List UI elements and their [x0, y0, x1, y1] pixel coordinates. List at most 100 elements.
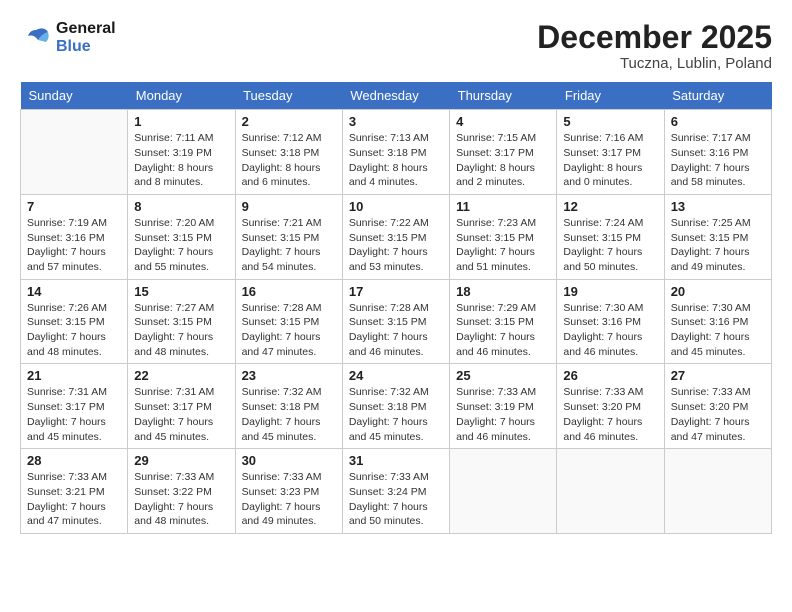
day-info: Sunrise: 7:33 AM Sunset: 3:19 PM Dayligh… — [456, 385, 550, 444]
col-wednesday: Wednesday — [342, 82, 449, 110]
table-cell — [664, 449, 771, 534]
day-number: 2 — [242, 114, 336, 129]
table-cell: 8 Sunrise: 7:20 AM Sunset: 3:15 PM Dayli… — [128, 194, 235, 279]
table-cell: 27 Sunrise: 7:33 AM Sunset: 3:20 PM Dayl… — [664, 364, 771, 449]
table-cell: 21 Sunrise: 7:31 AM Sunset: 3:17 PM Dayl… — [21, 364, 128, 449]
table-cell: 9 Sunrise: 7:21 AM Sunset: 3:15 PM Dayli… — [235, 194, 342, 279]
table-cell: 12 Sunrise: 7:24 AM Sunset: 3:15 PM Dayl… — [557, 194, 664, 279]
day-info: Sunrise: 7:30 AM Sunset: 3:16 PM Dayligh… — [563, 301, 657, 360]
day-number: 25 — [456, 368, 550, 383]
col-monday: Monday — [128, 82, 235, 110]
day-number: 16 — [242, 284, 336, 299]
day-number: 21 — [27, 368, 121, 383]
day-info: Sunrise: 7:12 AM Sunset: 3:18 PM Dayligh… — [242, 131, 336, 190]
day-number: 10 — [349, 199, 443, 214]
day-info: Sunrise: 7:33 AM Sunset: 3:20 PM Dayligh… — [563, 385, 657, 444]
table-cell: 31 Sunrise: 7:33 AM Sunset: 3:24 PM Dayl… — [342, 449, 449, 534]
table-cell: 22 Sunrise: 7:31 AM Sunset: 3:17 PM Dayl… — [128, 364, 235, 449]
day-info: Sunrise: 7:30 AM Sunset: 3:16 PM Dayligh… — [671, 301, 765, 360]
table-cell: 30 Sunrise: 7:33 AM Sunset: 3:23 PM Dayl… — [235, 449, 342, 534]
table-cell: 13 Sunrise: 7:25 AM Sunset: 3:15 PM Dayl… — [664, 194, 771, 279]
col-friday: Friday — [557, 82, 664, 110]
day-info: Sunrise: 7:11 AM Sunset: 3:19 PM Dayligh… — [134, 131, 228, 190]
calendar-header-row: Sunday Monday Tuesday Wednesday Thursday… — [21, 82, 772, 110]
day-info: Sunrise: 7:33 AM Sunset: 3:21 PM Dayligh… — [27, 470, 121, 529]
day-number: 24 — [349, 368, 443, 383]
table-cell: 25 Sunrise: 7:33 AM Sunset: 3:19 PM Dayl… — [450, 364, 557, 449]
day-info: Sunrise: 7:27 AM Sunset: 3:15 PM Dayligh… — [134, 301, 228, 360]
table-cell: 28 Sunrise: 7:33 AM Sunset: 3:21 PM Dayl… — [21, 449, 128, 534]
day-info: Sunrise: 7:23 AM Sunset: 3:15 PM Dayligh… — [456, 216, 550, 275]
day-info: Sunrise: 7:31 AM Sunset: 3:17 PM Dayligh… — [27, 385, 121, 444]
calendar-table: Sunday Monday Tuesday Wednesday Thursday… — [20, 82, 772, 534]
table-cell: 3 Sunrise: 7:13 AM Sunset: 3:18 PM Dayli… — [342, 110, 449, 195]
day-info: Sunrise: 7:24 AM Sunset: 3:15 PM Dayligh… — [563, 216, 657, 275]
week-row-1: 1 Sunrise: 7:11 AM Sunset: 3:19 PM Dayli… — [21, 110, 772, 195]
table-cell: 5 Sunrise: 7:16 AM Sunset: 3:17 PM Dayli… — [557, 110, 664, 195]
table-cell: 20 Sunrise: 7:30 AM Sunset: 3:16 PM Dayl… — [664, 279, 771, 364]
day-number: 22 — [134, 368, 228, 383]
day-info: Sunrise: 7:22 AM Sunset: 3:15 PM Dayligh… — [349, 216, 443, 275]
day-info: Sunrise: 7:25 AM Sunset: 3:15 PM Dayligh… — [671, 216, 765, 275]
day-number: 27 — [671, 368, 765, 383]
table-cell — [21, 110, 128, 195]
day-info: Sunrise: 7:33 AM Sunset: 3:22 PM Dayligh… — [134, 470, 228, 529]
table-cell: 18 Sunrise: 7:29 AM Sunset: 3:15 PM Dayl… — [450, 279, 557, 364]
logo-general: General — [56, 20, 116, 37]
logo: General Blue — [20, 20, 116, 56]
day-number: 12 — [563, 199, 657, 214]
week-row-3: 14 Sunrise: 7:26 AM Sunset: 3:15 PM Dayl… — [21, 279, 772, 364]
page-header: General Blue December 2025 Tuczna, Lubli… — [20, 20, 772, 72]
location: Tuczna, Lublin, Poland — [537, 55, 772, 72]
day-info: Sunrise: 7:33 AM Sunset: 3:23 PM Dayligh… — [242, 470, 336, 529]
week-row-5: 28 Sunrise: 7:33 AM Sunset: 3:21 PM Dayl… — [21, 449, 772, 534]
day-info: Sunrise: 7:19 AM Sunset: 3:16 PM Dayligh… — [27, 216, 121, 275]
table-cell — [557, 449, 664, 534]
day-info: Sunrise: 7:15 AM Sunset: 3:17 PM Dayligh… — [456, 131, 550, 190]
table-cell: 6 Sunrise: 7:17 AM Sunset: 3:16 PM Dayli… — [664, 110, 771, 195]
logo-blue: Blue — [56, 38, 91, 55]
day-info: Sunrise: 7:20 AM Sunset: 3:15 PM Dayligh… — [134, 216, 228, 275]
day-info: Sunrise: 7:32 AM Sunset: 3:18 PM Dayligh… — [349, 385, 443, 444]
table-cell: 1 Sunrise: 7:11 AM Sunset: 3:19 PM Dayli… — [128, 110, 235, 195]
day-info: Sunrise: 7:28 AM Sunset: 3:15 PM Dayligh… — [242, 301, 336, 360]
table-cell: 23 Sunrise: 7:32 AM Sunset: 3:18 PM Dayl… — [235, 364, 342, 449]
table-cell: 26 Sunrise: 7:33 AM Sunset: 3:20 PM Dayl… — [557, 364, 664, 449]
day-info: Sunrise: 7:28 AM Sunset: 3:15 PM Dayligh… — [349, 301, 443, 360]
day-number: 29 — [134, 453, 228, 468]
table-cell: 29 Sunrise: 7:33 AM Sunset: 3:22 PM Dayl… — [128, 449, 235, 534]
table-cell: 17 Sunrise: 7:28 AM Sunset: 3:15 PM Dayl… — [342, 279, 449, 364]
day-number: 3 — [349, 114, 443, 129]
table-cell: 4 Sunrise: 7:15 AM Sunset: 3:17 PM Dayli… — [450, 110, 557, 195]
table-cell — [450, 449, 557, 534]
table-cell: 11 Sunrise: 7:23 AM Sunset: 3:15 PM Dayl… — [450, 194, 557, 279]
day-number: 31 — [349, 453, 443, 468]
day-info: Sunrise: 7:16 AM Sunset: 3:17 PM Dayligh… — [563, 131, 657, 190]
day-info: Sunrise: 7:31 AM Sunset: 3:17 PM Dayligh… — [134, 385, 228, 444]
table-cell: 19 Sunrise: 7:30 AM Sunset: 3:16 PM Dayl… — [557, 279, 664, 364]
col-tuesday: Tuesday — [235, 82, 342, 110]
week-row-4: 21 Sunrise: 7:31 AM Sunset: 3:17 PM Dayl… — [21, 364, 772, 449]
day-number: 7 — [27, 199, 121, 214]
day-info: Sunrise: 7:32 AM Sunset: 3:18 PM Dayligh… — [242, 385, 336, 444]
week-row-2: 7 Sunrise: 7:19 AM Sunset: 3:16 PM Dayli… — [21, 194, 772, 279]
day-number: 20 — [671, 284, 765, 299]
day-info: Sunrise: 7:26 AM Sunset: 3:15 PM Dayligh… — [27, 301, 121, 360]
title-block: December 2025 Tuczna, Lublin, Poland — [537, 20, 772, 72]
table-cell: 24 Sunrise: 7:32 AM Sunset: 3:18 PM Dayl… — [342, 364, 449, 449]
day-number: 11 — [456, 199, 550, 214]
day-number: 18 — [456, 284, 550, 299]
day-number: 9 — [242, 199, 336, 214]
day-number: 19 — [563, 284, 657, 299]
day-number: 26 — [563, 368, 657, 383]
day-info: Sunrise: 7:33 AM Sunset: 3:24 PM Dayligh… — [349, 470, 443, 529]
day-number: 8 — [134, 199, 228, 214]
table-cell: 15 Sunrise: 7:27 AM Sunset: 3:15 PM Dayl… — [128, 279, 235, 364]
logo-bird-icon — [20, 22, 52, 54]
day-number: 28 — [27, 453, 121, 468]
day-number: 17 — [349, 284, 443, 299]
table-cell: 14 Sunrise: 7:26 AM Sunset: 3:15 PM Dayl… — [21, 279, 128, 364]
day-number: 23 — [242, 368, 336, 383]
month-year: December 2025 — [537, 20, 772, 55]
day-number: 4 — [456, 114, 550, 129]
